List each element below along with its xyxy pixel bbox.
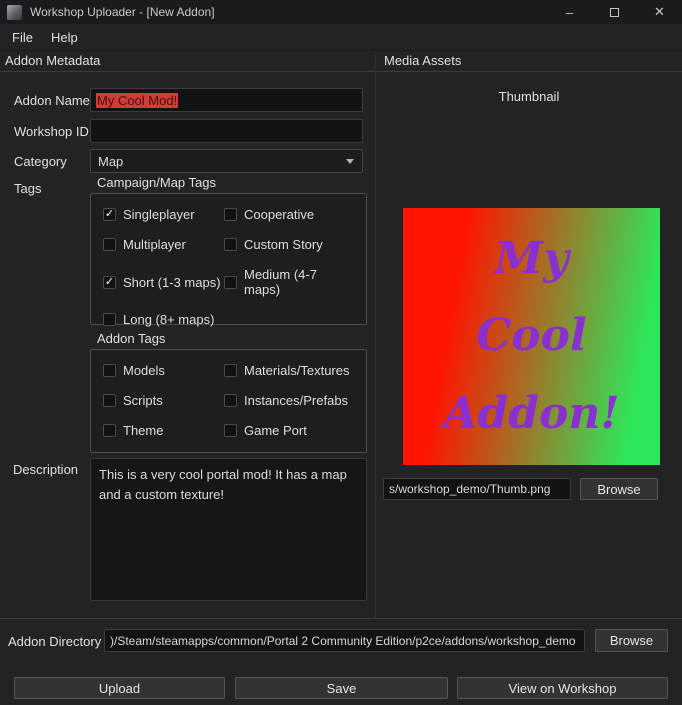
thumbnail-label: Thumbnail [376,89,682,104]
checkbox-multiplayer[interactable]: Multiplayer [103,237,224,252]
campaign-tags-group: ✓ Singleplayer Cooperative Multiplayer Custo… [90,193,367,325]
addon-tags-group: Models Materials/Textures Scripts Instances… [90,349,367,453]
window-title: Workshop Uploader - [New Addon] [30,5,215,19]
checkbox-label: Cooperative [244,207,314,222]
checkbox-label: Materials/Textures [244,363,349,378]
checkbox-scripts[interactable]: Scripts [103,393,224,408]
thumbnail-text-line3: Addon! [443,392,619,436]
menu-file[interactable]: File [3,27,42,48]
checkbox-checked-icon: ✓ [103,276,116,289]
app-icon [7,5,22,20]
maximize-icon [610,8,619,17]
addon-tags-grid: Models Materials/Textures Scripts Instances… [91,350,366,451]
menu-help[interactable]: Help [42,27,87,48]
checkbox-checked-icon: ✓ [103,208,116,221]
workshop-uploader-window: Workshop Uploader - [New Addon] – ✕ File… [0,0,682,705]
checkbox-label: Models [123,363,165,378]
checkbox-unchecked-icon [103,394,116,407]
checkbox-instances-prefabs[interactable]: Instances/Prefabs [224,393,354,408]
workshop-id-input[interactable] [90,119,363,143]
checkbox-label: Instances/Prefabs [244,393,348,408]
checkbox-label: Short (1-3 maps) [123,275,221,290]
description-value: This is a very cool portal mod! It has a… [99,467,347,502]
checkbox-unchecked-icon [103,424,116,437]
vertical-separator [375,53,376,618]
checkbox-label: Medium (4-7 maps) [244,267,354,297]
checkbox-unchecked-icon [103,364,116,377]
view-on-workshop-button[interactable]: View on Workshop [457,677,668,699]
checkbox-unchecked-icon [103,238,116,251]
checkbox-models[interactable]: Models [103,363,224,378]
close-button[interactable]: ✕ [637,0,682,24]
checkbox-unchecked-icon [224,208,237,221]
window-controls: – ✕ [547,0,682,24]
checkbox-label: Long (8+ maps) [123,312,214,327]
thumbnail-text-line1: My [494,237,568,281]
checkbox-unchecked-icon [103,313,116,326]
checkbox-label: Multiplayer [123,237,186,252]
checkbox-unchecked-icon [224,276,237,289]
addon-directory-label: Addon Directory [8,634,101,649]
checkbox-materials-textures[interactable]: Materials/Textures [224,363,354,378]
description-textarea[interactable]: This is a very cool portal mod! It has a… [90,458,367,601]
checkbox-cooperative[interactable]: Cooperative [224,207,354,222]
addon-directory-value: )/Steam/steamapps/common/Portal 2 Commun… [110,634,576,648]
workshop-id-label: Workshop ID [14,124,89,139]
checkbox-unchecked-icon [224,364,237,377]
checkbox-custom-story[interactable]: Custom Story [224,237,354,252]
thumbnail-text-line2: Cool [476,314,586,358]
checkbox-label: Theme [123,423,163,438]
titlebar: Workshop Uploader - [New Addon] – ✕ [0,0,682,24]
addon-directory-input[interactable]: )/Steam/steamapps/common/Portal 2 Commun… [104,629,585,652]
checkbox-label: Game Port [244,423,307,438]
minimize-icon: – [566,5,573,20]
category-dropdown[interactable]: Map [90,149,363,173]
addon-name-input[interactable]: My Cool Mod! [90,88,363,112]
checkbox-theme[interactable]: Theme [103,423,224,438]
tags-label: Tags [14,181,41,196]
horizontal-separator [0,618,682,619]
chevron-down-icon [346,159,354,164]
thumbnail-image: My Cool Addon! [403,208,660,465]
close-icon: ✕ [654,4,665,20]
campaign-tags-title: Campaign/Map Tags [97,175,216,190]
category-value: Map [98,154,123,169]
minimize-button[interactable]: – [547,0,592,24]
checkbox-unchecked-icon [224,238,237,251]
checkbox-long-8-maps[interactable]: Long (8+ maps) [103,312,224,327]
menubar: File Help [0,24,682,51]
checkbox-short-1-3-maps[interactable]: ✓ Short (1-3 maps) [103,267,224,297]
thumbnail-browse-button[interactable]: Browse [580,478,658,500]
section-title-addon-metadata: Addon Metadata [0,53,376,72]
checkbox-unchecked-icon [224,394,237,407]
addon-tags-title: Addon Tags [97,331,165,346]
description-label: Description [13,462,78,477]
checkbox-singleplayer[interactable]: ✓ Singleplayer [103,207,224,222]
section-title-media-assets: Media Assets [376,53,682,72]
directory-browse-button[interactable]: Browse [595,629,668,652]
checkbox-label: Singleplayer [123,207,195,222]
maximize-button[interactable] [592,0,637,24]
category-label: Category [14,154,67,169]
thumbnail-path-value: s/workshop_demo/Thumb.png [389,482,550,496]
thumbnail-path-input[interactable]: s/workshop_demo/Thumb.png [383,478,571,500]
addon-name-value: My Cool Mod! [96,93,178,108]
save-button[interactable]: Save [235,677,448,699]
checkbox-label: Custom Story [244,237,323,252]
upload-button[interactable]: Upload [14,677,225,699]
checkbox-game-port[interactable]: Game Port [224,423,354,438]
checkbox-label: Scripts [123,393,163,408]
campaign-tags-grid: ✓ Singleplayer Cooperative Multiplayer Custo… [91,194,366,340]
checkbox-unchecked-icon [224,424,237,437]
addon-name-label: Addon Name [14,93,90,108]
checkbox-medium-4-7-maps[interactable]: Medium (4-7 maps) [224,267,354,297]
